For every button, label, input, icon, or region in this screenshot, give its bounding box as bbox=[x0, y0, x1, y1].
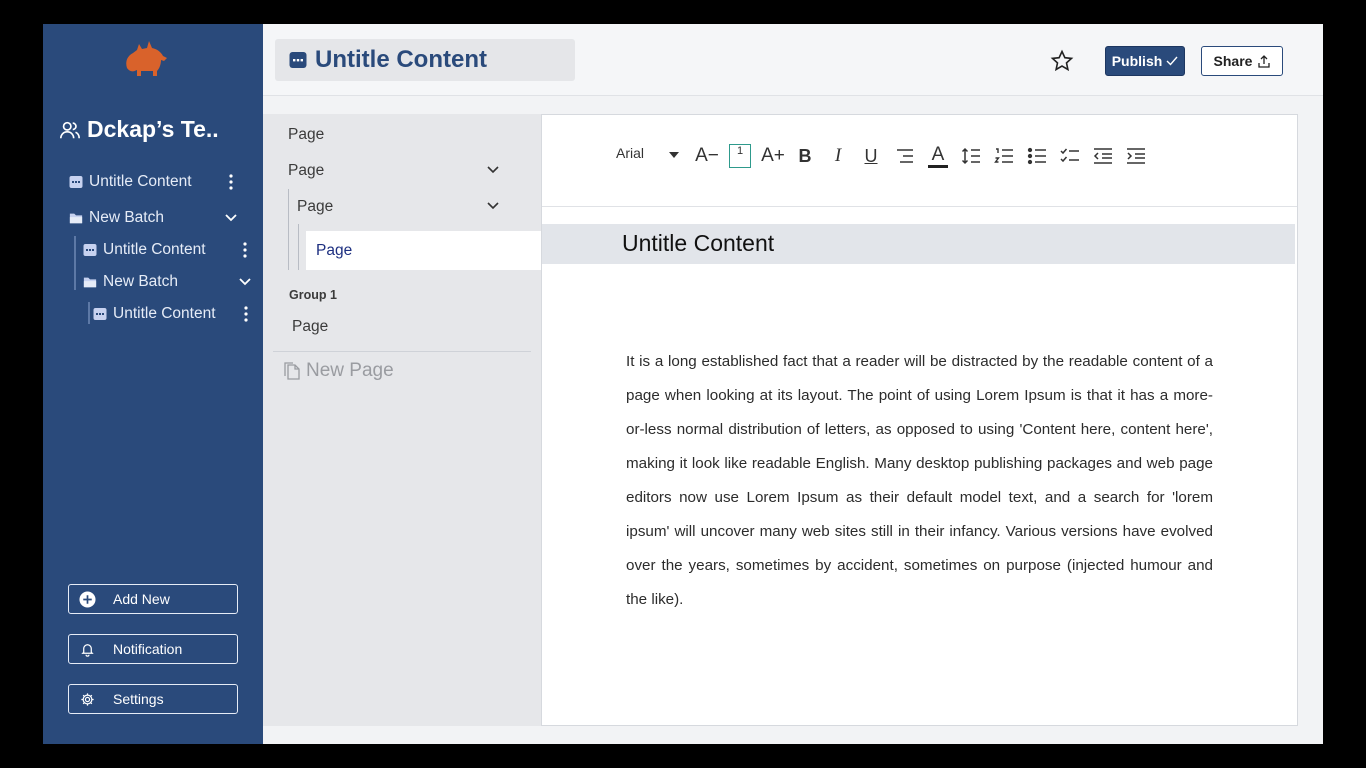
share-label: Share bbox=[1213, 53, 1253, 69]
italic-button[interactable]: I bbox=[828, 143, 848, 169]
tree-item-content[interactable]: Untitle Content bbox=[83, 241, 206, 259]
tree-connector bbox=[288, 189, 289, 270]
underline-button[interactable]: U bbox=[861, 143, 881, 169]
align-right-icon[interactable] bbox=[894, 143, 916, 169]
checklist-icon[interactable] bbox=[1059, 143, 1081, 169]
content-icon bbox=[69, 176, 83, 188]
rhino-logo-icon bbox=[126, 41, 167, 76]
header: Untitle Content Publish Share bbox=[263, 24, 1323, 96]
content-icon bbox=[93, 308, 107, 320]
dropdown-caret-icon[interactable] bbox=[669, 152, 679, 158]
bold-button[interactable]: B bbox=[795, 143, 815, 169]
content-title-field[interactable]: Untitle Content bbox=[275, 39, 575, 81]
indent-icon[interactable] bbox=[1125, 143, 1147, 169]
tree-connector bbox=[74, 236, 76, 290]
chevron-down-icon[interactable] bbox=[486, 165, 500, 175]
content-icon bbox=[289, 52, 307, 68]
increase-font-button[interactable]: A+ bbox=[760, 143, 786, 169]
settings-button[interactable]: Settings bbox=[68, 684, 238, 714]
tree-item-label: Untitle Content bbox=[113, 305, 216, 322]
gear-icon bbox=[81, 693, 94, 706]
folder-icon bbox=[69, 213, 83, 224]
document-body[interactable]: It is a long established fact that a rea… bbox=[626, 345, 1213, 617]
add-new-label: Add New bbox=[113, 591, 170, 607]
tree-connector bbox=[88, 302, 90, 324]
line-height-icon[interactable] bbox=[960, 143, 982, 169]
notification-label: Notification bbox=[113, 641, 183, 657]
font-size-input[interactable]: 1 bbox=[729, 144, 751, 168]
content-icon bbox=[83, 244, 97, 256]
more-options-icon[interactable] bbox=[238, 305, 254, 323]
page-item-label: Page bbox=[316, 242, 353, 259]
page-item[interactable]: Page bbox=[297, 198, 333, 216]
tree-item-batch[interactable]: New Batch bbox=[83, 273, 178, 291]
tree-item-batch[interactable]: New Batch bbox=[69, 209, 164, 227]
tree-item-label: New Batch bbox=[103, 273, 178, 290]
text-color-button[interactable]: A bbox=[927, 143, 949, 169]
plus-circle-icon bbox=[79, 591, 96, 608]
team-name[interactable]: Dckap’s Te.. bbox=[59, 116, 219, 143]
tree-item-label: Untitle Content bbox=[89, 173, 192, 190]
upload-icon bbox=[1258, 54, 1271, 68]
tree-item-label: Untitle Content bbox=[103, 241, 206, 258]
team-label: Dckap’s Te.. bbox=[87, 116, 219, 142]
folder-icon bbox=[83, 277, 97, 288]
tree-item-label: New Batch bbox=[89, 209, 164, 226]
text-color-swatch bbox=[928, 164, 948, 168]
tree-connector bbox=[298, 224, 299, 270]
app-window: Dckap’s Te.. Untitle Content New Batch U… bbox=[43, 24, 1323, 744]
new-page-label: New Page bbox=[306, 360, 394, 381]
publish-label: Publish bbox=[1111, 53, 1163, 69]
page-item-active[interactable]: Page bbox=[306, 231, 542, 270]
more-options-icon[interactable] bbox=[223, 173, 239, 191]
page-item[interactable]: Page bbox=[288, 126, 324, 144]
page-item[interactable]: Page bbox=[292, 318, 328, 336]
numbered-list-icon[interactable] bbox=[993, 143, 1015, 169]
chevron-down-icon[interactable] bbox=[237, 273, 253, 291]
chevron-down-icon[interactable] bbox=[486, 201, 500, 211]
publish-button[interactable]: Publish bbox=[1105, 46, 1185, 76]
team-icon bbox=[60, 121, 80, 138]
decrease-font-button[interactable]: A− bbox=[694, 143, 720, 169]
page-item[interactable]: Page bbox=[288, 162, 324, 180]
new-page-button[interactable]: New Page bbox=[284, 360, 394, 382]
formatting-toolbar: Arial A− 1 A+ B I U A bbox=[542, 115, 1297, 207]
editor: Arial A− 1 A+ B I U A Untitle Content It… bbox=[541, 114, 1298, 726]
outdent-icon[interactable] bbox=[1092, 143, 1114, 169]
page-title: Untitle Content bbox=[315, 46, 487, 73]
settings-label: Settings bbox=[113, 691, 164, 707]
tree-item-content[interactable]: Untitle Content bbox=[93, 305, 216, 323]
tree-item-content[interactable]: Untitle Content bbox=[69, 173, 192, 191]
more-options-icon[interactable] bbox=[237, 241, 253, 259]
page-list-panel: Page Page Page Page Group 1 Page New Pag… bbox=[263, 114, 542, 726]
sidebar: Dckap’s Te.. Untitle Content New Batch U… bbox=[43, 24, 263, 744]
star-icon[interactable] bbox=[1050, 49, 1074, 73]
group-label: Group 1 bbox=[289, 288, 337, 302]
add-new-button[interactable]: Add New bbox=[68, 584, 238, 614]
check-icon bbox=[1166, 56, 1178, 66]
bell-icon bbox=[81, 644, 94, 657]
chevron-down-icon[interactable] bbox=[223, 209, 239, 227]
bullet-list-icon[interactable] bbox=[1026, 143, 1048, 169]
document-title: Untitle Content bbox=[622, 230, 775, 256]
font-family-select[interactable]: Arial bbox=[616, 145, 644, 161]
divider bbox=[273, 351, 531, 352]
notification-button[interactable]: Notification bbox=[68, 634, 238, 664]
document-title-bar[interactable]: Untitle Content bbox=[542, 224, 1295, 264]
copy-page-icon bbox=[284, 362, 300, 380]
share-button[interactable]: Share bbox=[1201, 46, 1283, 76]
text-color-glyph: A bbox=[931, 143, 945, 165]
